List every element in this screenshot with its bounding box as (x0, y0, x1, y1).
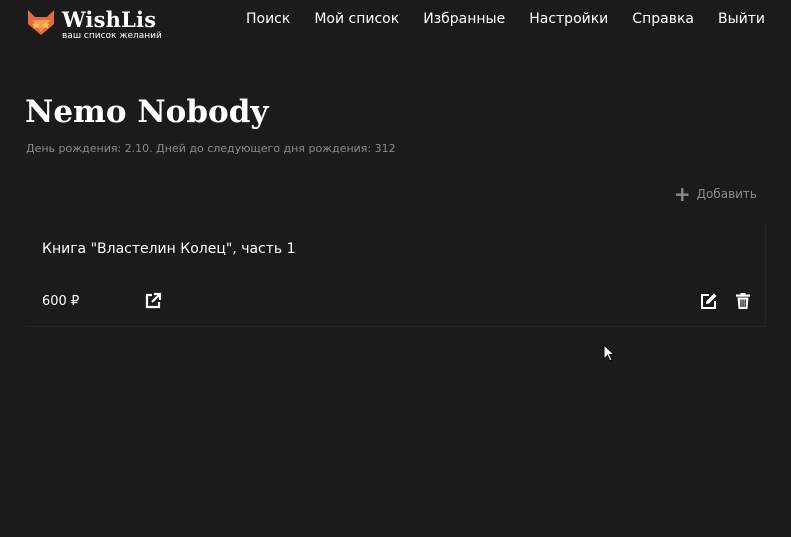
profile-name: Nemo Nobody (25, 94, 269, 130)
add-wish-button[interactable]: + Добавить (673, 182, 757, 206)
fox-logo-icon (28, 10, 54, 35)
nav-search[interactable]: Поиск (246, 9, 290, 29)
wish-card: Книга "Властелин Колец", часть 1 600 ₽ (26, 224, 766, 327)
edit-icon[interactable] (700, 292, 718, 310)
nav-logout[interactable]: Выйти (718, 9, 765, 29)
birthday-info: День рождения: 2.10. Дней до следующего … (26, 142, 396, 155)
nav-favorites[interactable]: Избранные (423, 9, 505, 29)
add-wish-label: Добавить (696, 187, 757, 201)
nav-my-list[interactable]: Мой список (314, 9, 399, 29)
page: WishLis ваш список желаний Поиск Мой спи… (0, 0, 791, 537)
wish-title: Книга "Властелин Колец", часть 1 (42, 241, 296, 257)
trash-icon[interactable] (734, 292, 752, 310)
mouse-cursor-icon (603, 344, 616, 362)
logo-title: WishLis (62, 7, 157, 32)
main-nav: Поиск Мой список Избранные Настройки Спр… (246, 9, 765, 29)
nav-help[interactable]: Справка (632, 9, 694, 29)
logo[interactable]: WishLis ваш список желаний (26, 8, 162, 41)
nav-settings[interactable]: Настройки (529, 9, 608, 29)
wish-price: 600 ₽ (42, 294, 80, 309)
external-link-icon[interactable] (144, 292, 162, 310)
plus-icon: + (673, 182, 691, 206)
logo-tagline: ваш список желаний (62, 31, 162, 41)
